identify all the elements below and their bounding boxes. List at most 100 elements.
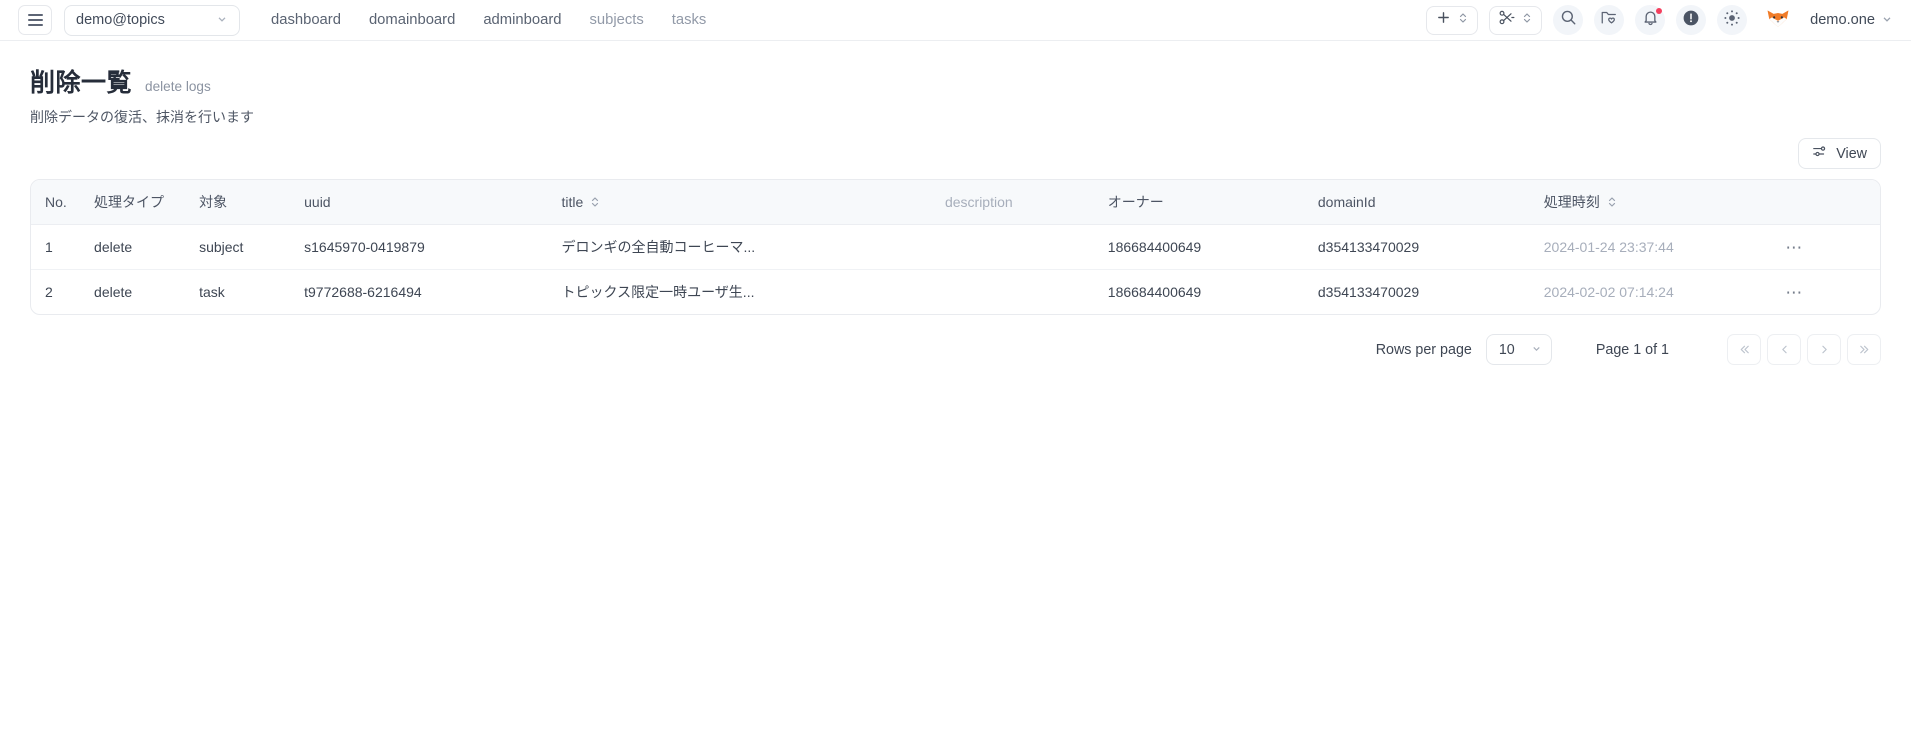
cell-processed-at: 2024-01-24 23:37:44 [1543,224,1786,270]
sliders-icon [1812,144,1828,163]
nav-item-subjects[interactable]: subjects [588,8,644,32]
delete-logs-table-container: No. 処理タイプ 対象 uuid title description オーナー… [30,179,1881,315]
saved-folder-button[interactable] [1594,5,1625,35]
cell-description [944,224,1108,270]
table-row[interactable]: 2 delete task t9772688-6216494 トピックス限定一時… [31,270,1880,315]
cell-description [945,270,1108,315]
user-menu[interactable]: demo.one [1810,12,1893,28]
top-bar-actions: demo.one [1426,5,1897,35]
rows-per-page-select[interactable]: 10 [1485,334,1552,365]
cell-no: 2 [45,284,53,300]
column-header-domainid: domainId [1317,180,1544,225]
page-title-subtext: delete logs [145,79,211,94]
cell-actions: ⋯ [1785,270,1880,315]
cell-actions: ⋯ [1785,224,1880,270]
column-header-type-label: 処理タイプ [94,194,165,210]
next-page-button[interactable] [1807,334,1841,365]
hamburger-icon-line [27,19,43,21]
nav-item-adminboard[interactable]: adminboard [482,8,562,32]
row-actions-button[interactable]: ⋯ [1785,284,1804,301]
column-header-uuid-label: uuid [304,194,331,210]
page-status-label: Page 1 of 1 [1595,341,1669,358]
nav-item-tasks[interactable]: tasks [671,8,708,32]
table-header-row: No. 処理タイプ 対象 uuid title description オーナー… [31,180,1880,225]
column-header-title-label: title [561,194,584,210]
page-header: 削除一覧 delete logs 削除データの復活、抹消を行います [0,41,1911,127]
cut-split-button[interactable] [1489,5,1543,35]
column-header-no: No. [31,180,95,225]
column-header-actions [1785,180,1880,225]
nav-item-dashboard[interactable]: dashboard [270,8,342,32]
cell-target: subject [199,224,305,270]
notifications-button[interactable] [1635,5,1666,35]
fox-avatar-icon [1767,10,1789,27]
cell-no: 1 [31,224,95,270]
column-header-owner: オーナー [1107,180,1318,225]
rows-per-page-label: Rows per page [1375,341,1472,358]
plus-icon [1436,10,1451,30]
column-header-title[interactable]: title [561,180,945,225]
hamburger-icon-line [27,14,43,16]
prev-page-button[interactable] [1767,334,1801,365]
cell-uuid: s1645970-0419879 [304,224,562,270]
organization-selector-value: demo@topics [76,12,165,28]
cell-type: delete [94,284,133,300]
sort-toggle-icon[interactable] [590,195,600,209]
column-header-target: 対象 [199,180,305,225]
exclamation-circle-icon [1682,9,1700,32]
table-row[interactable]: 1 delete subject s1645970-0419879 デロンギの全… [31,224,1880,270]
top-navigation-bar: demo@topics dashboard domainboard adminb… [0,0,1911,41]
avatar[interactable] [1764,6,1792,34]
alerts-button[interactable] [1676,5,1707,35]
cell-processed-at: 2024-02-02 07:14:24 [1543,284,1674,300]
cell-domainid: d354133470029 [1317,224,1544,270]
cell-owner: 186684400649 [1107,284,1202,300]
sun-icon [1723,9,1741,32]
user-name-label: demo.one [1810,12,1875,28]
notification-unread-dot [1656,8,1663,14]
folder-heart-icon [1600,9,1618,31]
column-header-description-label: description [944,194,1013,210]
pager-buttons [1727,334,1881,365]
search-button[interactable] [1553,5,1584,35]
column-header-target-label: 対象 [199,194,228,210]
chevron-down-icon [1531,343,1542,357]
table-header: No. 処理タイプ 対象 uuid title description オーナー… [31,180,1880,225]
delete-logs-table: No. 処理タイプ 対象 uuid title description オーナー… [31,180,1880,314]
page-description: 削除データの復活、抹消を行います [30,109,254,125]
chevron-down-icon [216,13,228,27]
page-title: 削除一覧 [30,69,133,97]
nav-item-domainboard[interactable]: domainboard [368,8,456,32]
add-split-button[interactable] [1426,5,1479,35]
column-header-owner-label: オーナー [1107,194,1164,210]
last-page-button[interactable] [1847,334,1881,365]
column-header-domainid-label: domainId [1317,194,1376,210]
theme-toggle-button[interactable] [1717,5,1748,35]
chevrons-left-icon [1740,345,1749,354]
cell-title: デロンギの全自動コーヒーマ... [561,224,945,270]
view-options-button[interactable]: View [1798,138,1881,169]
chevron-up-down-icon [1458,11,1468,30]
cell-owner: 186684400649 [1107,224,1318,270]
sort-toggle-icon[interactable] [1607,195,1617,209]
row-actions-button[interactable]: ⋯ [1785,239,1804,256]
chevron-right-icon [1821,345,1827,354]
cell-uuid: t9772688-6216494 [304,284,422,300]
table-body: 1 delete subject s1645970-0419879 デロンギの全… [31,224,1880,315]
cell-domainid: d354133470029 [1317,284,1420,300]
first-page-button[interactable] [1727,334,1761,365]
column-header-uuid: uuid [304,180,562,225]
cell-target: task [199,284,225,300]
chevron-left-icon [1781,345,1787,354]
column-header-processed-at[interactable]: 処理時刻 [1543,180,1786,225]
organization-selector[interactable]: demo@topics [64,4,240,36]
menu-toggle-button[interactable] [18,5,52,35]
primary-nav: dashboard domainboard adminboard subject… [270,8,707,32]
cell-type: delete [94,224,200,270]
chevron-down-icon [1881,13,1893,28]
rows-per-page-value: 10 [1498,341,1515,358]
view-options-label: View [1836,145,1867,162]
page-title-row: 削除一覧 delete logs [30,63,1881,99]
scissors-icon [1499,10,1515,30]
column-header-description: description [944,180,1108,225]
